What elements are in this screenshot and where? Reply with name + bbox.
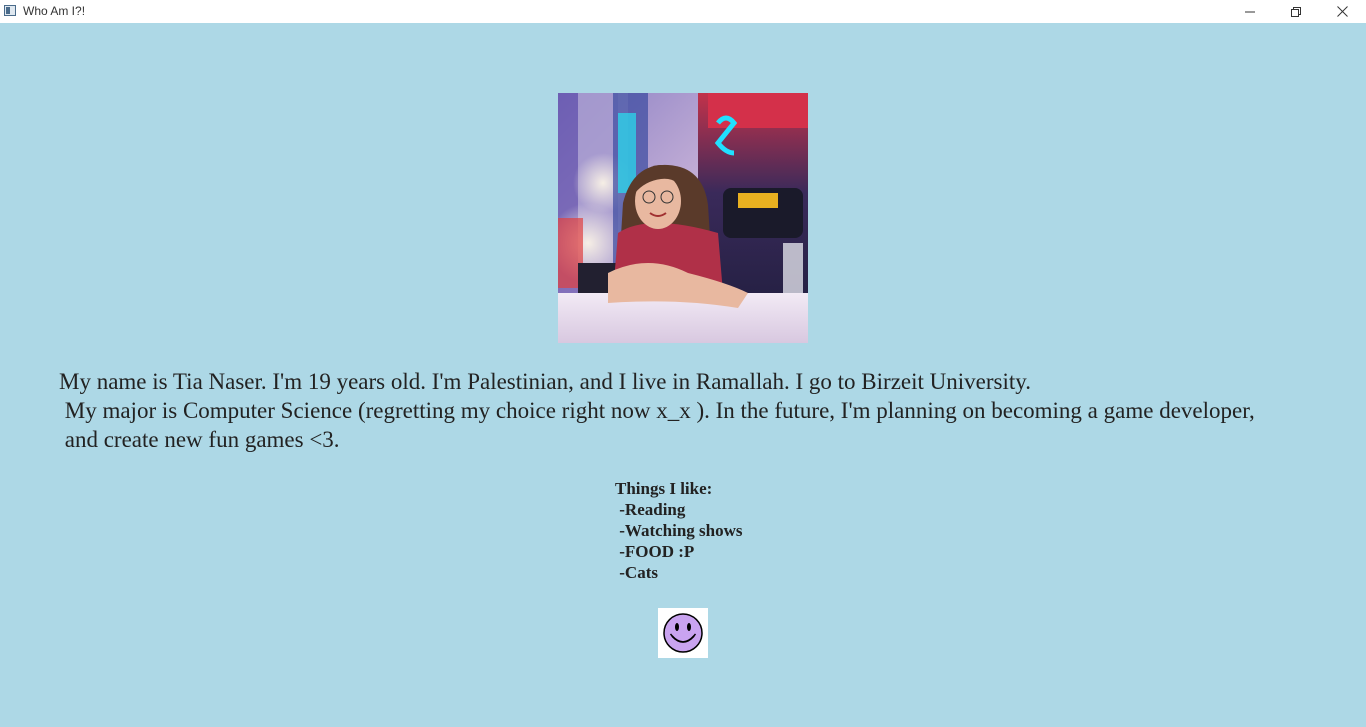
bio-line: My name is Tia Naser. I'm 19 years old. … [59, 369, 1031, 394]
smiley-face-icon [663, 613, 703, 653]
close-icon [1336, 6, 1348, 17]
restore-button[interactable] [1273, 0, 1319, 23]
main-content: My name is Tia Naser. I'm 19 years old. … [0, 23, 1366, 727]
close-button[interactable] [1319, 0, 1365, 23]
bio-line: My major is Computer Science (regretting… [59, 398, 1255, 423]
likes-item: -Cats [615, 563, 658, 582]
likes-item: -Watching shows [615, 521, 743, 540]
window-title: Who Am I?! [23, 4, 86, 18]
bio-text: My name is Tia Naser. I'm 19 years old. … [59, 367, 1349, 454]
minimize-button[interactable] [1227, 0, 1273, 23]
likes-heading: Things I like: [615, 479, 713, 498]
smiley-image [658, 608, 708, 658]
title-bar[interactable]: Who Am I?! [0, 0, 1366, 23]
likes-list: Things I like: -Reading -Watching shows … [615, 478, 743, 583]
restore-icon [1291, 6, 1301, 17]
app-window-icon [4, 5, 16, 16]
likes-item: -FOOD :P [615, 542, 695, 561]
minimize-icon [1245, 11, 1255, 12]
profile-photo-image [558, 93, 808, 343]
profile-photo [558, 93, 808, 343]
bio-line: and create new fun games <3. [59, 427, 340, 452]
likes-item: -Reading [615, 500, 686, 519]
